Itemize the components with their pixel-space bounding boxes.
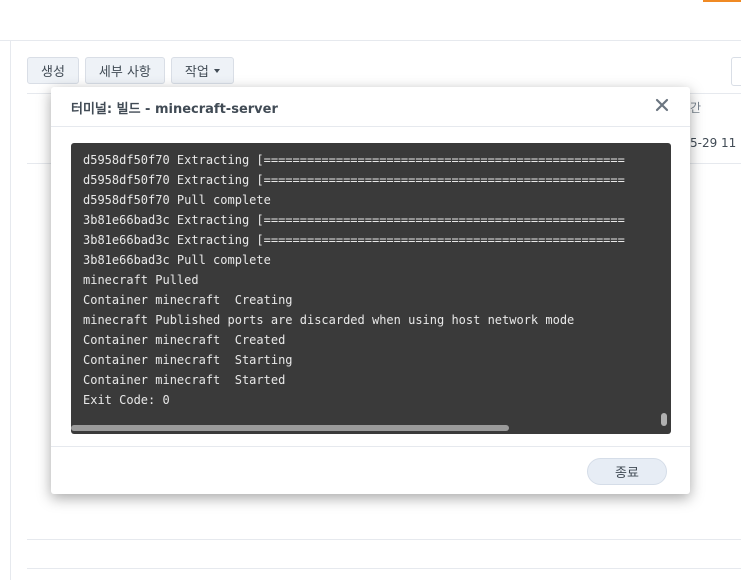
dialog-title: 터미널: 빌드 - minecraft-server [71, 102, 278, 117]
terminal-line: Container minecraft Created [83, 333, 286, 347]
accent-strip [703, 0, 741, 2]
dialog-footer: 종료 [51, 446, 690, 495]
terminal-line: minecraft Pulled [83, 273, 199, 287]
table-row-divider [27, 568, 741, 569]
terminal-log: d5958df50f70 Extracting [===============… [83, 150, 655, 416]
horizontal-scrollbar[interactable] [71, 425, 509, 431]
close-button-label: 종료 [615, 466, 639, 481]
terminal-line: d5958df50f70 Extracting [===============… [83, 173, 625, 187]
create-label: 생성 [41, 65, 65, 80]
sidebar-divider [10, 40, 11, 580]
terminal-dialog: 터미널: 빌드 - minecraft-server d5958df50f70 … [51, 87, 690, 494]
terminal-line: d5958df50f70 Extracting [===============… [83, 153, 625, 167]
terminal-line: 3b81e66bad3c Extracting [===============… [83, 213, 625, 227]
action-label: 작업 [184, 65, 209, 80]
terminal-line: minecraft Published ports are discarded … [83, 313, 575, 327]
terminal-line: Exit Code: 0 [83, 393, 170, 407]
column-header-fragment: 간 [690, 101, 702, 115]
search-input[interactable] [731, 57, 741, 86]
terminal-line: 3b81e66bad3c Pull complete [83, 253, 271, 267]
action-menu-button[interactable]: 작업 [170, 57, 234, 84]
close-icon[interactable] [654, 97, 670, 113]
create-button[interactable]: 생성 [27, 57, 79, 84]
details-button[interactable]: 세부 사항 [84, 57, 165, 84]
terminal-output[interactable]: d5958df50f70 Extracting [===============… [71, 143, 671, 434]
terminal-line: d5958df50f70 Pull complete [83, 193, 271, 207]
toolbar: 생성 세부 사항 작업 [27, 57, 234, 84]
dialog-header: 터미널: 빌드 - minecraft-server [51, 87, 690, 127]
table-cell-date: 5-29 11 [690, 136, 737, 150]
top-bar [0, 0, 741, 41]
vertical-scrollbar[interactable] [661, 413, 667, 426]
terminal-line: 3b81e66bad3c Extracting [===============… [83, 233, 625, 247]
table-row-divider [27, 539, 741, 540]
terminal-line: Container minecraft Starting [83, 353, 293, 367]
close-button[interactable]: 종료 [587, 458, 667, 485]
details-label: 세부 사항 [98, 65, 151, 80]
terminal-line: Container minecraft Creating [83, 293, 293, 307]
chevron-down-icon [213, 68, 220, 73]
terminal-line: Container minecraft Started [83, 373, 286, 387]
